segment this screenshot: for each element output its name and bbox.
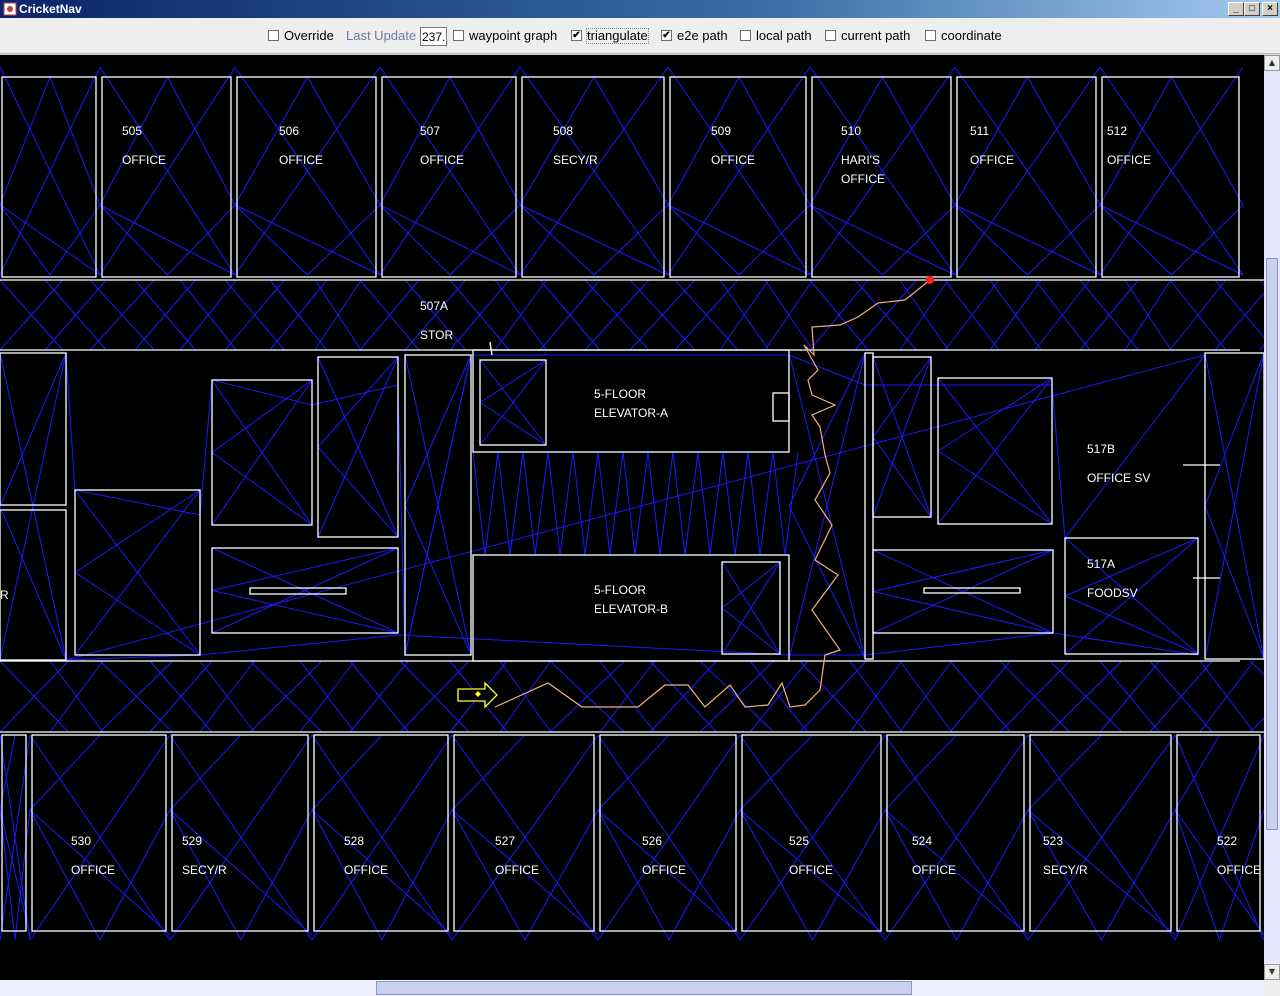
room-524-number: 524 [912,834,933,848]
room-508-name: SECY/R [553,153,598,167]
current-path-label[interactable]: current path [841,29,910,43]
close-button[interactable]: × [1262,2,1278,16]
window-title: CricketNav [19,2,82,16]
elevator-a-line1: 5-FLOOR [594,387,647,401]
room-512-number: 512 [1107,124,1128,138]
room-508-number: 508 [553,124,574,138]
room-510-name-2: OFFICE [841,172,885,186]
maximize-button[interactable]: □ [1244,2,1260,16]
last-update-field[interactable]: 237. [420,27,447,46]
room-522-name: OFFICE [1217,863,1261,877]
room-507-name: OFFICE [420,153,464,167]
room-507a-name: STOR [420,328,454,342]
elevator-b-line1: 5-FLOOR [594,583,647,597]
room-512-name: OFFICE [1107,153,1151,167]
override-label[interactable]: Override [284,29,334,43]
room-527-number: 527 [495,834,516,848]
floor-map-canvas[interactable]: 505 OFFICE 506 OFFICE 507 OFFICE 508 SEC… [0,55,1264,980]
horizontal-scroll-thumb[interactable] [376,981,912,995]
local-path-label[interactable]: local path [756,29,812,43]
room-525-number: 525 [789,834,810,848]
local-path-checkbox[interactable] [740,30,751,41]
room-529-name: SECY/R [182,863,227,877]
waypoint-graph-checkbox[interactable] [453,30,464,41]
triangulation-mesh [0,66,1264,941]
triangulate-checkbox[interactable]: ✔ [571,30,582,41]
waypoint-graph-label[interactable]: waypoint graph [469,29,557,43]
e2e-path-checkbox[interactable]: ✔ [661,30,672,41]
app-icon [3,2,17,16]
room-509-name: OFFICE [711,153,755,167]
toolbar: Override Last Update 237. waypoint graph… [0,18,1280,54]
override-checkbox[interactable] [268,30,279,41]
room-517a-number: 517A [1087,557,1116,571]
coordinate-checkbox[interactable] [925,30,936,41]
room-517b-number: 517B [1087,442,1116,456]
room-530-number: 530 [71,834,92,848]
room-523-name: SECY/R [1043,863,1088,877]
room-517a-name: FOODSV [1087,586,1138,600]
room-529-number: 529 [182,834,203,848]
scroll-up-button[interactable]: ▲ [1264,55,1280,71]
room-528-number: 528 [344,834,365,848]
coordinate-label[interactable]: coordinate [941,29,1002,43]
room-525-name: OFFICE [789,863,833,877]
triangulate-label[interactable]: triangulate [586,28,649,44]
room-505-number: 505 [122,124,143,138]
elevator-a-line2: ELEVATOR-A [594,406,669,420]
vertical-scroll-thumb[interactable] [1266,258,1278,830]
current-path-checkbox[interactable] [825,30,836,41]
room-530-name: OFFICE [71,863,115,877]
room-517b-name: OFFICE SV [1087,471,1151,485]
room-528-name: OFFICE [344,863,388,877]
room-510-name: HARI'S [841,153,880,167]
room-524-name: OFFICE [912,863,956,877]
room-523-number: 523 [1043,834,1064,848]
room-511-number: 511 [970,124,990,138]
room-511-name: OFFICE [970,153,1014,167]
e2e-path-label[interactable]: e2e path [677,29,728,43]
room-506-name: OFFICE [279,153,323,167]
room-527-name: OFFICE [495,863,539,877]
room-505-name: OFFICE [122,153,166,167]
room-506-number: 506 [279,124,300,138]
last-update-label: Last Update [346,28,417,43]
minimize-button[interactable]: _ [1228,2,1244,16]
scroll-down-button[interactable]: ▼ [1264,964,1280,980]
room-507-number: 507 [420,124,441,138]
room-507a-number: 507A [420,299,449,313]
room-526-number: 526 [642,834,663,848]
destination-marker [926,276,934,284]
scroll-corner [1264,980,1280,996]
room-526-name: OFFICE [642,863,686,877]
left-edge-room-fragment: R [0,588,9,602]
window-title-bar[interactable]: CricketNav _ □ × [0,0,1280,18]
room-522-number: 522 [1217,834,1238,848]
elevator-b-line2: ELEVATOR-B [594,602,669,616]
room-510-number: 510 [841,124,862,138]
room-509-number: 509 [711,124,732,138]
